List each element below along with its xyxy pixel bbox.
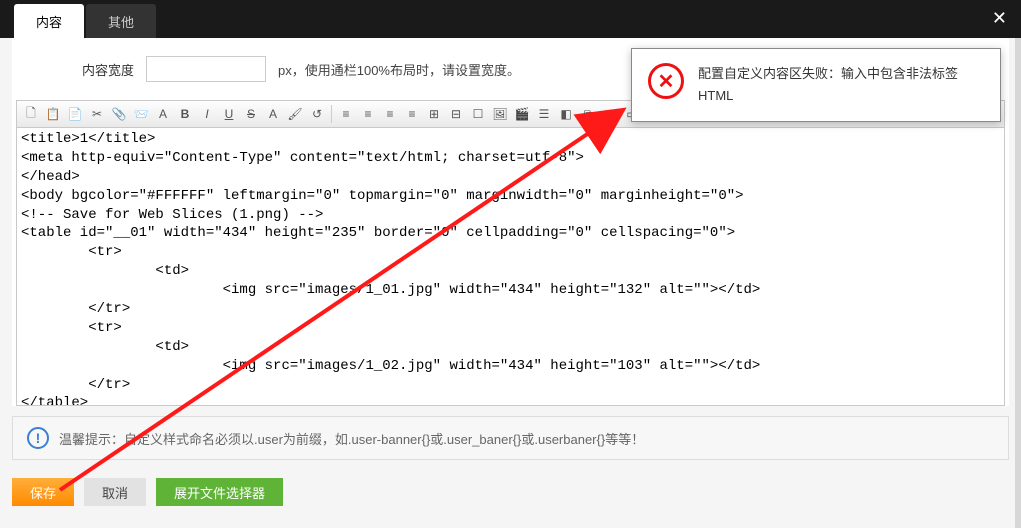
- toolbar-btn-25[interactable]: ◧: [556, 104, 576, 124]
- toolbar-btn-18[interactable]: ≡: [402, 104, 422, 124]
- expand-file-selector-button[interactable]: 展开文件选择器: [156, 478, 283, 506]
- toolbar-btn-4[interactable]: 📎: [109, 104, 129, 124]
- toolbar-btn-0[interactable]: 🗋: [21, 104, 41, 124]
- toolbar-btn-1[interactable]: 📋: [43, 104, 63, 124]
- toolbar-btn-12[interactable]: 🖌: [285, 104, 305, 124]
- toolbar-btn-7[interactable]: B: [175, 104, 195, 124]
- error-line2: HTML: [698, 85, 958, 107]
- close-icon[interactable]: ✕: [992, 8, 1007, 29]
- action-bar: 保存 取消 展开文件选择器: [12, 478, 1009, 506]
- error-toast: ✕ 配置自定义内容区失败：输入中包含非法标签 HTML: [631, 48, 1001, 122]
- toolbar-btn-17[interactable]: ≡: [380, 104, 400, 124]
- toolbar-btn-27[interactable]: ◫: [600, 104, 620, 124]
- width-input[interactable]: [146, 56, 266, 82]
- code-editor-wrap[interactable]: <title>1</title> <meta http-equiv="Conte…: [16, 128, 1005, 406]
- tip-bar: ! 温馨提示：自定义样式命名必须以.user为前缀，如.user-banner{…: [12, 416, 1009, 460]
- toolbar-btn-26[interactable]: ⧉: [578, 104, 598, 124]
- tip-text: 温馨提示：自定义样式命名必须以.user为前缀，如.user-banner{}或…: [59, 429, 644, 448]
- toolbar-btn-16[interactable]: ≡: [358, 104, 378, 124]
- error-icon: ✕: [648, 63, 684, 99]
- toolbar-btn-23[interactable]: 🎬: [512, 104, 532, 124]
- toolbar-btn-10[interactable]: S: [241, 104, 261, 124]
- tab-other[interactable]: 其他: [86, 4, 156, 38]
- cancel-button[interactable]: 取消: [84, 478, 146, 506]
- toolbar-btn-6[interactable]: A: [153, 104, 173, 124]
- toolbar-btn-24[interactable]: ☰: [534, 104, 554, 124]
- width-label: 内容宽度: [82, 60, 134, 79]
- save-button[interactable]: 保存: [12, 478, 74, 506]
- toolbar-btn-11[interactable]: A: [263, 104, 283, 124]
- info-icon: !: [27, 427, 49, 449]
- toolbar-btn-9[interactable]: U: [219, 104, 239, 124]
- toolbar-btn-15[interactable]: ≡: [336, 104, 356, 124]
- toolbar-btn-22[interactable]: 🖼: [490, 104, 510, 124]
- toolbar-btn-2[interactable]: 📄: [65, 104, 85, 124]
- code-editor[interactable]: <title>1</title> <meta http-equiv="Conte…: [17, 128, 1004, 406]
- toolbar-btn-20[interactable]: ⊟: [446, 104, 466, 124]
- toolbar-btn-13[interactable]: ↺: [307, 104, 327, 124]
- width-suffix: px，使用通栏100%布局时，请设置宽度。: [278, 60, 520, 79]
- tab-content[interactable]: 内容: [14, 4, 84, 38]
- toolbar-separator: [331, 105, 332, 123]
- scrollbar-gutter: [1015, 38, 1021, 528]
- toolbar-btn-19[interactable]: ⊞: [424, 104, 444, 124]
- toolbar-btn-5[interactable]: 📨: [131, 104, 151, 124]
- error-line1: 配置自定义内容区失败：输入中包含非法标签: [698, 63, 958, 85]
- error-text: 配置自定义内容区失败：输入中包含非法标签 HTML: [698, 63, 958, 107]
- tab-bar: 内容 其他 ✕: [0, 0, 1021, 38]
- toolbar-btn-21[interactable]: ☐: [468, 104, 488, 124]
- toolbar-btn-3[interactable]: ✂: [87, 104, 107, 124]
- toolbar-btn-8[interactable]: I: [197, 104, 217, 124]
